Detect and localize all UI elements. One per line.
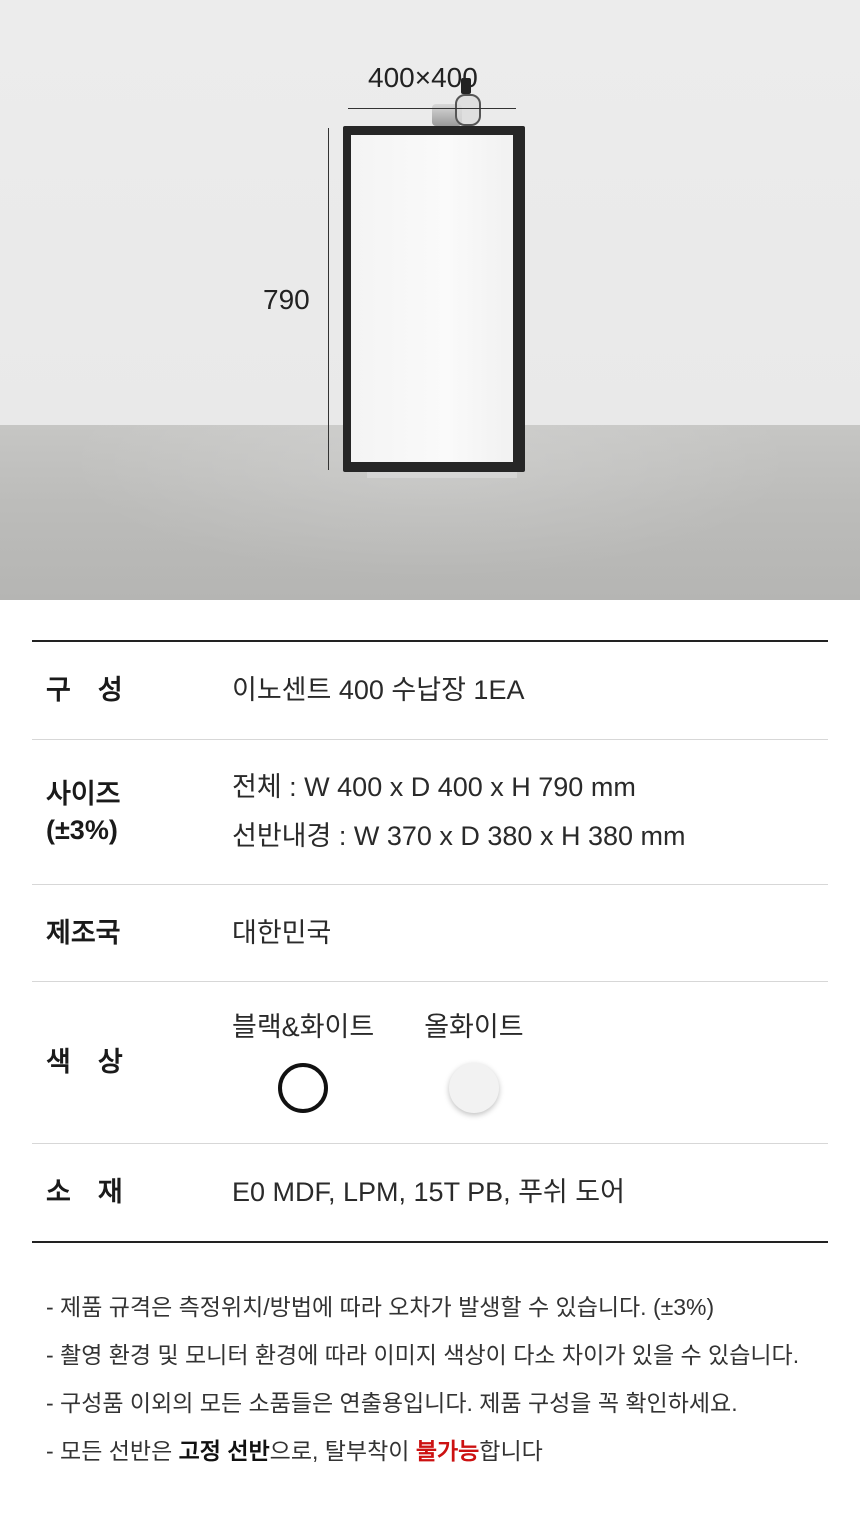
width-dimension-line [348,108,516,109]
spec-row-material: 소 재 E0 MDF, LPM, 15T PB, 푸쉬 도어 [32,1144,828,1241]
spec-value: 이노센트 400 수납장 1EA [232,675,525,706]
note-text: 으로, 탈부착이 [269,1438,416,1464]
color-option-all-white[interactable]: 올화이트 [424,1006,524,1114]
note-text: - 모든 선반은 [46,1438,179,1464]
note-item: - 촬영 환경 및 모니터 환경에 따라 이미지 색상이 다소 차이가 있을 수… [46,1342,800,1368]
product-photo: 400×400 790 [0,0,860,600]
note-text: 합니다 [479,1438,543,1464]
spec-value: 전체 : W 400 x D 400 x H 790 mm 선반내경 : W 3… [232,763,828,860]
all-white-swatch[interactable] [448,1063,499,1114]
note-item: - 모든 선반은 고정 선반으로, 탈부착이 불가능합니다 [46,1431,836,1479]
width-dimension-label: 400×400 [368,62,478,93]
note-item: - 제품 규격은 측정위치/방법에 따라 오차가 발생할 수 있습니다. (±3… [46,1294,715,1320]
spec-label: 제조국 [46,917,121,948]
spec-value: E0 MDF, LPM, 15T PB, 푸쉬 도어 [232,1177,625,1208]
color-options: 블랙&화이트 올화이트 [232,1006,828,1114]
cabinet-image [343,126,525,472]
spec-value: 대한민국 [232,917,332,948]
spec-table: 구 성 이노센트 400 수납장 1EA 사이즈 (±3%) 전체 : W 40… [32,640,828,1243]
spec-value-line: 선반내경 : W 370 x D 380 x H 380 mm [232,821,686,851]
spec-label: 사이즈 (±3%) [32,776,232,849]
color-name: 블랙&화이트 [232,1011,375,1042]
spec-row-color: 색 상 블랙&화이트 올화이트 [32,982,828,1144]
spec-row-origin: 제조국 대한민국 [32,885,828,982]
cabinet-door [351,135,513,462]
note-item: - 구성품 이외의 모든 소품들은 연출용입니다. 제품 구성을 꼭 확인하세요… [46,1390,738,1416]
black-white-swatch[interactable] [278,1063,329,1114]
spec-label-line: 사이즈 [46,778,121,809]
height-dimension-label: 790 [263,284,310,315]
spec-label: 색 상 [46,1047,123,1078]
spec-row-size: 사이즈 (±3%) 전체 : W 400 x D 400 x H 790 mm … [32,740,828,885]
prop-bottle [455,94,481,126]
height-dimension-line [328,128,329,470]
spec-row-composition: 구 성 이노센트 400 수납장 1EA [32,642,828,740]
color-name: 올화이트 [424,1011,524,1042]
spec-value-line: 전체 : W 400 x D 400 x H 790 mm [232,772,636,803]
spec-value: 블랙&화이트 올화이트 [232,1012,828,1114]
notes: - 제품 규격은 측정위치/방법에 따라 오차가 발생할 수 있습니다. (±3… [46,1287,836,1479]
note-emphasis: 고정 선반 [178,1438,270,1464]
spec-label-line: (±3%) [46,815,118,845]
spec-label: 소 재 [46,1177,123,1208]
spec-label: 구 성 [46,675,123,706]
color-option-black-white[interactable]: 블랙&화이트 [232,1006,375,1114]
note-warning: 불가능 [415,1438,480,1464]
